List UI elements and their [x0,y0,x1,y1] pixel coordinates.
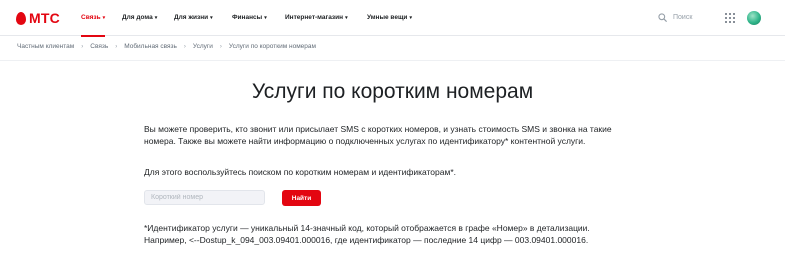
chevron-down-icon: ▾ [345,14,348,21]
nav-item-label: Умные вещи [367,14,408,21]
nav-item-label: Связь [81,14,101,21]
nav-item-label: Для жизни [174,14,209,21]
footnote-text: *Идентификатор услуги — уникальный 14-зн… [144,223,590,245]
nav-item-dlya-zhizni[interactable]: Для жизни ▾ [174,14,213,21]
breadcrumb-item[interactable]: Связь [90,43,108,50]
chevron-down-icon: ▾ [409,14,412,21]
breadcrumb-item[interactable]: Услуги [193,43,213,50]
nav-item-umnye-veshchi[interactable]: Умные вещи ▾ [367,14,412,21]
chevron-down-icon: ▾ [102,14,106,21]
breadcrumb: Частным клиентам › Связь › Мобильная свя… [17,43,316,50]
chevron-down-icon: ▾ [210,14,213,21]
page-title: Услуги по коротким номерам [251,80,534,103]
avatar[interactable] [747,11,761,25]
nav-item-label: Для дома [122,14,153,21]
breadcrumb-item[interactable]: Мобильная связь [124,43,177,50]
mts-egg-icon [16,11,26,25]
nav-item-internet-magazin[interactable]: Интернет-магазин ▾ [285,14,348,21]
logo-text: МТС [29,10,60,26]
nav-item-label: Финансы [232,14,263,21]
nav-item-finansy[interactable]: Финансы ▾ [232,14,267,21]
breadcrumb-item[interactable]: Частным клиентам [17,43,74,50]
nav-item-svyaz[interactable]: Связь ▾ [81,14,106,37]
search-label: Поиск [673,14,693,21]
find-button[interactable]: Найти [282,190,321,206]
chevron-down-icon: ▾ [154,14,158,21]
nav-item-label: Интернет-магазин [285,14,344,21]
divider [0,60,785,61]
chevron-right-icon: › [219,43,222,50]
short-number-search-input[interactable] [144,190,265,205]
chevron-right-icon: › [183,43,186,50]
search-icon [658,13,667,22]
mts-logo[interactable]: МТС [16,10,60,26]
top-navigation-bar: МТС Связь ▾ Для дома ▾ Для жизни ▾ Финансы ▾… [0,0,785,37]
chevron-right-icon: › [81,43,84,50]
apps-grid-icon[interactable] [725,13,735,23]
intro-text: Вы можете проверить, кто звонит или прис… [144,124,612,146]
nav-item-dlya-doma[interactable]: Для дома ▾ [122,14,157,21]
chevron-down-icon: ▾ [264,14,267,21]
instruction-text: Для этого воспользуйтесь поиском по коро… [144,167,457,177]
chevron-right-icon: › [115,43,118,50]
search-button[interactable]: Поиск [658,13,692,22]
breadcrumb-current: Услуги по коротким номерам [228,43,316,50]
